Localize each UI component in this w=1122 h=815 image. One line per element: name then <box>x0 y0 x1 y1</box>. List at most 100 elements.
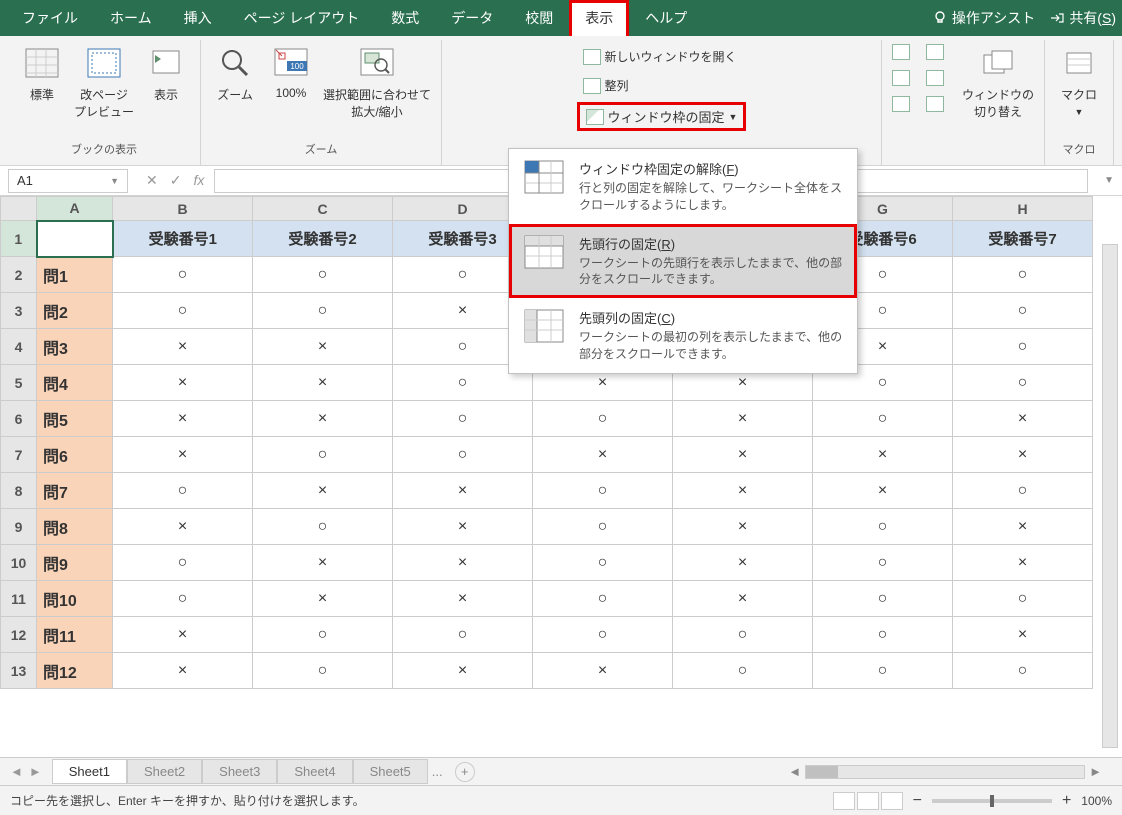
cell[interactable]: ○ <box>113 293 253 329</box>
col-header[interactable]: B <box>113 197 253 221</box>
cell[interactable]: 問4 <box>37 365 113 401</box>
cell[interactable]: ○ <box>813 401 953 437</box>
row-header[interactable]: 5 <box>1 365 37 401</box>
zoom-out-button[interactable]: − <box>913 792 922 810</box>
scroll-left-icon[interactable]: ◄ <box>788 764 801 779</box>
cell[interactable]: ○ <box>533 473 673 509</box>
cell[interactable]: × <box>253 473 393 509</box>
cell[interactable]: 問1 <box>37 257 113 293</box>
cell[interactable]: ○ <box>533 401 673 437</box>
col-header[interactable]: H <box>953 197 1093 221</box>
cell[interactable]: × <box>393 581 533 617</box>
cell[interactable]: × <box>673 545 813 581</box>
cell[interactable]: × <box>953 509 1093 545</box>
more-sheets[interactable]: ... <box>428 764 447 779</box>
cell[interactable]: ○ <box>953 329 1093 365</box>
fx-icon[interactable]: fx <box>193 172 204 189</box>
menu-formulas[interactable]: 数式 <box>375 0 435 36</box>
cell[interactable]: × <box>113 437 253 473</box>
pagelayout-view-icon[interactable] <box>857 792 879 810</box>
sheet-nav[interactable]: ◄ ► <box>0 764 52 779</box>
cell[interactable]: × <box>533 437 673 473</box>
cell[interactable]: × <box>953 401 1093 437</box>
cell[interactable]: ○ <box>813 581 953 617</box>
cell[interactable]: × <box>953 545 1093 581</box>
row-header[interactable]: 2 <box>1 257 37 293</box>
cell[interactable]: × <box>393 545 533 581</box>
cell[interactable]: × <box>673 581 813 617</box>
cell[interactable]: ○ <box>253 437 393 473</box>
menu-pagelayout[interactable]: ページ レイアウト <box>228 0 376 36</box>
cell[interactable]: × <box>113 617 253 653</box>
name-box[interactable]: A1 ▼ <box>8 169 128 193</box>
cell[interactable]: 受験番号7 <box>953 221 1093 257</box>
new-window-button[interactable]: 新しいウィンドウを開く <box>577 44 743 69</box>
cell[interactable]: ○ <box>533 545 673 581</box>
cell[interactable]: ○ <box>253 653 393 689</box>
cell[interactable]: × <box>673 437 813 473</box>
cell[interactable]: × <box>813 437 953 473</box>
cell[interactable]: ○ <box>813 509 953 545</box>
freeze-first-column-option[interactable]: 先頭列の固定(C) ワークシートの最初の列を表示したままで、他の部分をスクロール… <box>509 298 857 373</box>
cell[interactable]: ○ <box>253 509 393 545</box>
sync-scroll-icon[interactable] <box>926 70 944 86</box>
menu-data[interactable]: データ <box>435 0 509 36</box>
cell[interactable]: × <box>393 509 533 545</box>
show-button[interactable]: 表示 <box>142 44 190 103</box>
cell[interactable]: × <box>113 365 253 401</box>
add-sheet-button[interactable]: + <box>455 762 475 782</box>
menu-help[interactable]: ヘルプ <box>629 0 703 36</box>
cell[interactable]: 問3 <box>37 329 113 365</box>
row-header[interactable]: 7 <box>1 437 37 473</box>
cell[interactable]: ○ <box>533 509 673 545</box>
row-header[interactable]: 13 <box>1 653 37 689</box>
cancel-icon[interactable]: ✕ <box>146 172 158 189</box>
cell[interactable]: × <box>673 509 813 545</box>
cell[interactable]: × <box>953 437 1093 473</box>
zoom-level[interactable]: 100% <box>1081 794 1112 808</box>
cell[interactable]: × <box>113 509 253 545</box>
cell[interactable]: ○ <box>393 437 533 473</box>
normal-view-icon[interactable] <box>833 792 855 810</box>
cell[interactable]: × <box>253 365 393 401</box>
cell[interactable]: × <box>673 401 813 437</box>
row-header[interactable]: 8 <box>1 473 37 509</box>
pagebreak-view-icon[interactable] <box>881 792 903 810</box>
sheet-tab[interactable]: Sheet5 <box>353 759 428 784</box>
pagebreak-preview-button[interactable]: 改ページ プレビュー <box>74 44 134 120</box>
row-header[interactable]: 6 <box>1 401 37 437</box>
cell[interactable]: ○ <box>953 257 1093 293</box>
freeze-panes-button[interactable]: ウィンドウ枠の固定 ▼ <box>577 102 747 131</box>
assist-button[interactable]: 操作アシスト <box>932 8 1035 28</box>
split-icon[interactable] <box>892 44 910 60</box>
cell[interactable]: ○ <box>813 617 953 653</box>
menu-file[interactable]: ファイル <box>6 0 94 36</box>
arrange-all-button[interactable]: 整列 <box>577 73 635 98</box>
switch-windows-button[interactable]: ウィンドウの 切り替え <box>962 44 1034 120</box>
cell[interactable]: × <box>253 401 393 437</box>
cell[interactable]: × <box>253 329 393 365</box>
menu-view[interactable]: 表示 <box>569 0 629 36</box>
unfreeze-panes-option[interactable]: ウィンドウ枠固定の解除(F) 行と列の固定を解除して、ワークシート全体をスクロー… <box>509 149 857 224</box>
cell[interactable]: 受験番号2 <box>253 221 393 257</box>
cell[interactable]: 問2 <box>37 293 113 329</box>
cell[interactable]: ○ <box>953 653 1093 689</box>
cell[interactable] <box>37 221 113 257</box>
enter-icon[interactable]: ✓ <box>170 172 182 189</box>
sheet-tab[interactable]: Sheet3 <box>202 759 277 784</box>
cell[interactable]: ○ <box>113 473 253 509</box>
cell[interactable]: ○ <box>253 617 393 653</box>
sheet-tab[interactable]: Sheet4 <box>277 759 352 784</box>
cell[interactable]: 問10 <box>37 581 113 617</box>
vertical-scrollbar[interactable] <box>1102 244 1118 748</box>
row-header[interactable]: 4 <box>1 329 37 365</box>
cell[interactable]: × <box>253 545 393 581</box>
row-header[interactable]: 11 <box>1 581 37 617</box>
sidebyside-icon[interactable] <box>926 44 944 60</box>
col-header[interactable]: A <box>37 197 113 221</box>
cell[interactable]: ○ <box>393 617 533 653</box>
cell[interactable]: ○ <box>953 365 1093 401</box>
cell[interactable]: ○ <box>813 653 953 689</box>
select-all-corner[interactable] <box>1 197 37 221</box>
hide-icon[interactable] <box>892 70 910 86</box>
